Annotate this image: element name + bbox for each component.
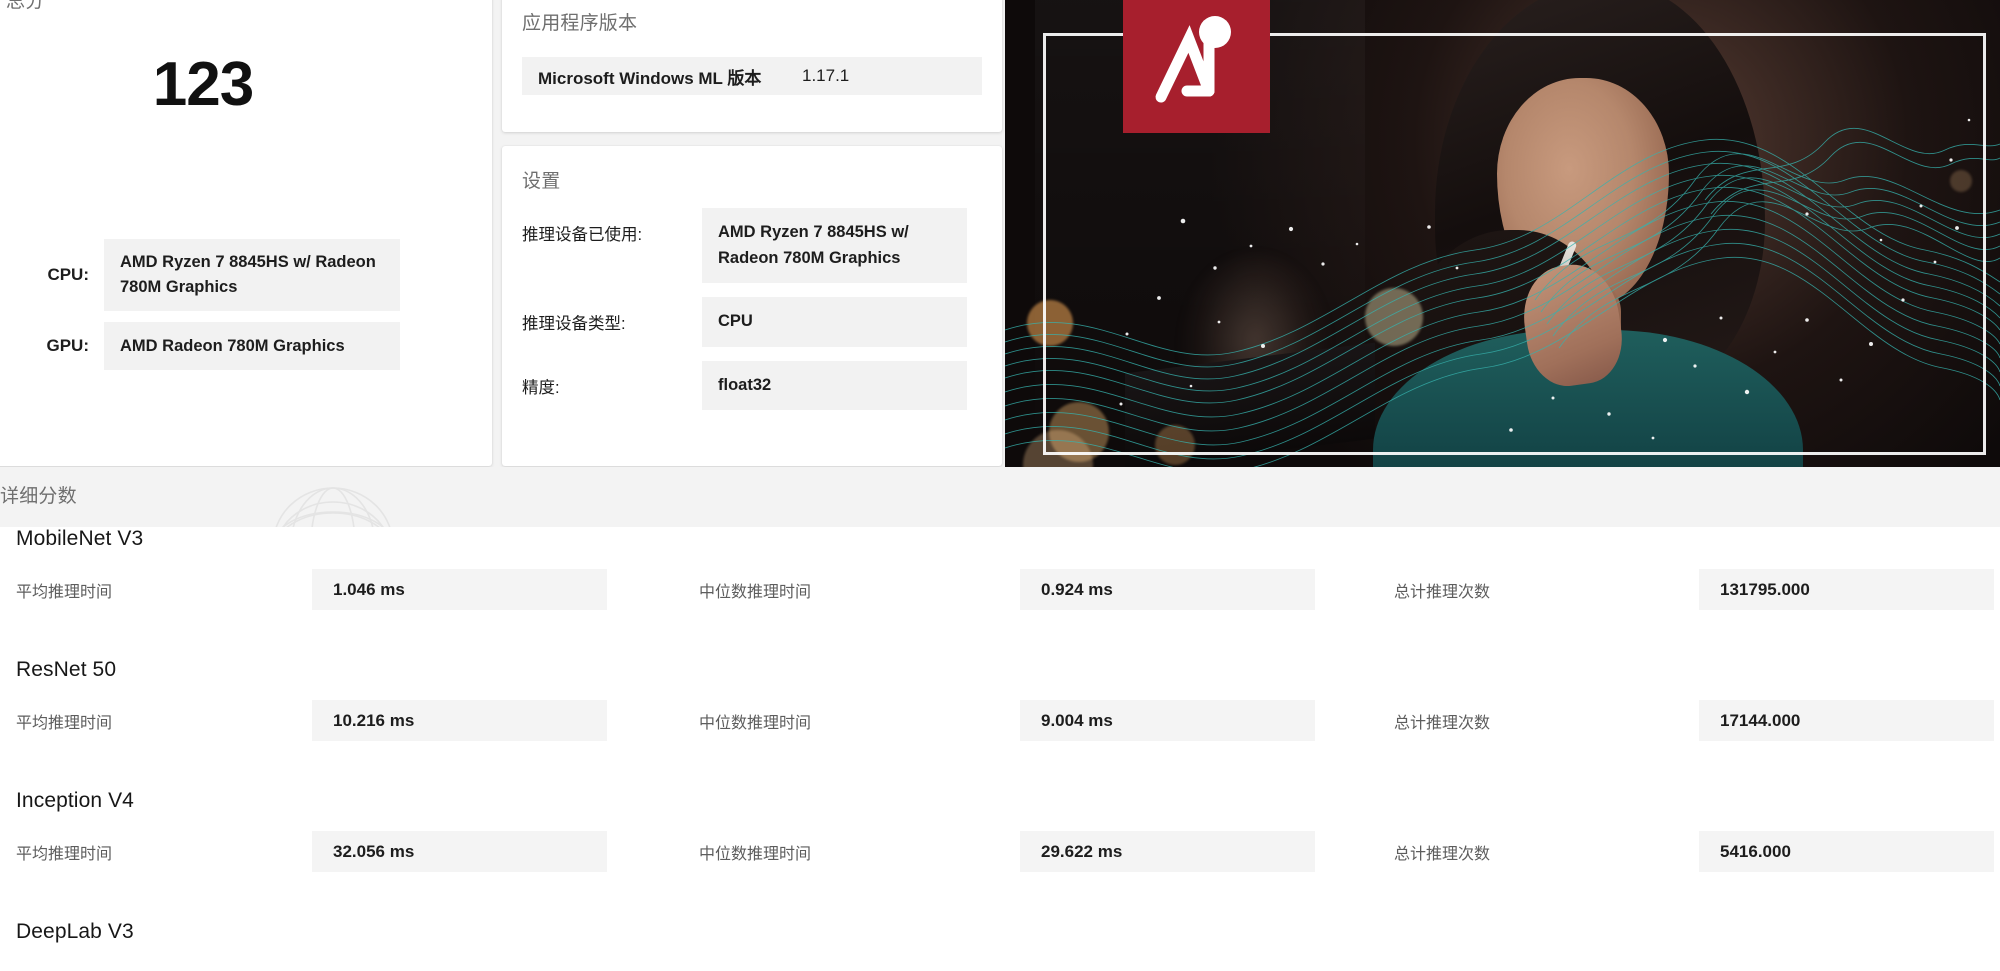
- metric-value: 0.924 ms: [1020, 569, 1315, 610]
- metric-total-inferences: 总计推理次数 5416.000: [1394, 831, 1994, 872]
- metric-value: 1.046 ms: [312, 569, 607, 610]
- ai-logo-glyph: [1155, 16, 1231, 103]
- gpu-value: AMD Radeon 780M Graphics: [104, 321, 400, 371]
- metric-label: 总计推理次数: [1394, 714, 1491, 732]
- runtime-name: Microsoft Windows ML 版本: [538, 68, 762, 88]
- hardware-row-gpu: GPU: AMD Radeon 780M Graphics: [0, 321, 492, 371]
- precision-label: 精度:: [522, 378, 560, 397]
- device-type-label: 推理设备类型:: [522, 315, 626, 334]
- metric-average-inference-time: 平均推理时间 32.056 ms: [16, 831, 607, 872]
- total-score-value: 123: [152, 50, 254, 119]
- metric-value: 9.004 ms: [1020, 700, 1315, 741]
- ai-logo-dot: [1199, 16, 1231, 48]
- metric-median-inference-time: 中位数推理时间 0.924 ms: [699, 569, 1315, 610]
- app-version-card: 应用程序版本 Microsoft Windows ML 版本 1.17.1: [502, 0, 1002, 132]
- app-version-title: 应用程序版本: [522, 13, 638, 34]
- metric-median-inference-time: 中位数推理时间 9.004 ms: [699, 700, 1315, 741]
- metric-total-inferences: 总计推理次数 17144.000: [1394, 700, 1994, 741]
- benchmark-result-page: 总分 123 CPU: AMD Ryzen 7 8845HS w/ Radeon…: [0, 0, 2000, 971]
- globe-watermark-icon: [275, 487, 391, 527]
- detail-scores-body: MobileNet V3 平均推理时间 1.046 ms 中位数推理时间 0.9…: [0, 527, 2000, 971]
- benchmark-block: Inception V4 平均推理时间 32.056 ms 中位数推理时间 29…: [0, 789, 2000, 920]
- detail-scores-title: 详细分数: [0, 486, 77, 507]
- ai-logo: [1123, 0, 1270, 133]
- metric-average-inference-time: 平均推理时间 1.046 ms: [16, 569, 607, 610]
- benchmark-name: ResNet 50: [16, 658, 117, 681]
- settings-row-device: 推理设备已使用: AMD Ryzen 7 8845HS w/ Radeon 78…: [522, 208, 982, 284]
- benchmark-block: ResNet 50 平均推理时间 10.216 ms 中位数推理时间 9.004…: [0, 658, 2000, 789]
- metric-label: 中位数推理时间: [699, 583, 812, 601]
- settings-row-precision: 精度: float32: [522, 360, 982, 411]
- gpu-label: GPU:: [46, 335, 90, 355]
- metric-label: 总计推理次数: [1394, 583, 1491, 601]
- summary-area: 总分 123 CPU: AMD Ryzen 7 8845HS w/ Radeon…: [0, 0, 2000, 470]
- benchmark-name: MobileNet V3: [16, 527, 144, 550]
- total-score-title: 总分: [6, 0, 45, 12]
- metric-label: 中位数推理时间: [699, 845, 812, 863]
- precision-value: float32: [702, 360, 967, 411]
- metric-value: 5416.000: [1699, 831, 1994, 872]
- metric-median-inference-time: 中位数推理时间 29.622 ms: [699, 831, 1315, 872]
- metric-value: 29.622 ms: [1020, 831, 1315, 872]
- detail-scores-header: 详细分数: [0, 467, 2000, 527]
- metric-total-inferences: 总计推理次数 131795.000: [1394, 569, 1994, 610]
- cpu-label: CPU:: [47, 264, 89, 284]
- hardware-list: CPU: AMD Ryzen 7 8845HS w/ Radeon 780M G…: [0, 239, 492, 381]
- metric-average-inference-time: 平均推理时间 10.216 ms: [16, 700, 607, 741]
- hero-banner-image: [1005, 0, 2000, 467]
- benchmark-name: Inception V4: [16, 789, 134, 812]
- metric-label: 中位数推理时间: [699, 714, 812, 732]
- benchmark-block: MobileNet V3 平均推理时间 1.046 ms 中位数推理时间 0.9…: [0, 527, 2000, 658]
- metric-value: 17144.000: [1699, 700, 1994, 741]
- benchmark-block: DeepLab V3: [0, 920, 2000, 971]
- settings-card: 设置 推理设备已使用: AMD Ryzen 7 8845HS w/ Radeon…: [502, 146, 1002, 466]
- inference-device-label: 推理设备已使用:: [522, 226, 643, 244]
- benchmark-name: DeepLab V3: [16, 920, 134, 943]
- app-version-row: Microsoft Windows ML 版本 1.17.1: [522, 57, 982, 95]
- settings-title: 设置: [522, 171, 561, 192]
- runtime-version: 1.17.1: [802, 66, 850, 85]
- settings-list: 推理设备已使用: AMD Ryzen 7 8845HS w/ Radeon 78…: [522, 208, 982, 424]
- metric-label: 平均推理时间: [16, 845, 113, 863]
- metric-label: 平均推理时间: [16, 583, 113, 601]
- metric-label: 总计推理次数: [1394, 845, 1491, 863]
- metric-value: 32.056 ms: [312, 831, 607, 872]
- cpu-value: AMD Ryzen 7 8845HS w/ Radeon 780M Graphi…: [104, 239, 400, 311]
- metric-value: 10.216 ms: [312, 700, 607, 741]
- hardware-row-cpu: CPU: AMD Ryzen 7 8845HS w/ Radeon 780M G…: [0, 239, 492, 311]
- settings-row-device-type: 推理设备类型: CPU: [522, 297, 982, 347]
- inference-device-value: AMD Ryzen 7 8845HS w/ Radeon 780M Graphi…: [702, 208, 967, 284]
- total-score-card: 总分 123 CPU: AMD Ryzen 7 8845HS w/ Radeon…: [0, 0, 492, 466]
- metric-label: 平均推理时间: [16, 714, 113, 732]
- device-type-value: CPU: [702, 297, 967, 347]
- metric-value: 131795.000: [1699, 569, 1994, 610]
